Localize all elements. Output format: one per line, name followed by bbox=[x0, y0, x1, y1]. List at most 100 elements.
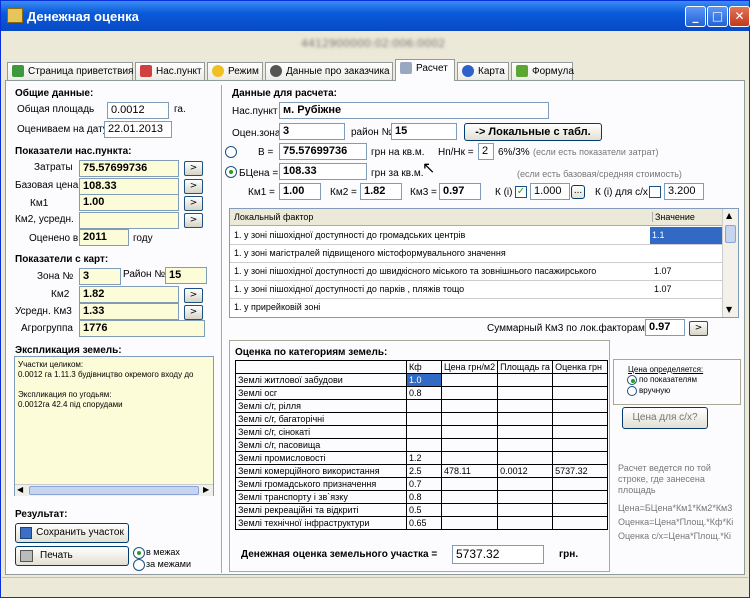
price-for-agriculture-button[interactable]: Цена для с/х? bbox=[622, 407, 708, 429]
category-value-cell[interactable] bbox=[552, 373, 609, 387]
area-field[interactable]: 0.0012 bbox=[107, 102, 169, 119]
zone-field-right[interactable]: 3 bbox=[279, 123, 345, 140]
category-row[interactable]: Землі житлової забудови 1.0 bbox=[235, 373, 609, 387]
nn-field[interactable]: 2 bbox=[478, 143, 494, 160]
factor-row[interactable]: 1. у зоні пішохідної доступності до гром… bbox=[230, 227, 722, 245]
category-price-cell[interactable] bbox=[440, 425, 499, 439]
category-row[interactable]: Землі транспорту і зв`язку 0.8 bbox=[235, 490, 609, 504]
tab-map[interactable]: Карта bbox=[457, 62, 509, 80]
category-value-cell[interactable] bbox=[552, 438, 609, 452]
ki-ag-field[interactable]: 3.200 bbox=[664, 183, 704, 200]
category-price-cell[interactable] bbox=[440, 516, 499, 530]
tab-calculation[interactable]: Расчет bbox=[395, 59, 455, 81]
b-field[interactable]: 75.57699736 bbox=[279, 143, 367, 160]
memo-scrollbar[interactable]: ◀ ▶ bbox=[15, 484, 213, 496]
outside-radio[interactable] bbox=[133, 559, 145, 571]
category-area-cell[interactable] bbox=[497, 451, 554, 465]
ki-ag-checkbox[interactable] bbox=[649, 186, 661, 198]
category-value-cell[interactable] bbox=[552, 490, 609, 504]
agrogroup-field[interactable]: 1776 bbox=[79, 320, 205, 337]
print-button[interactable]: Печать bbox=[15, 546, 129, 566]
category-area-cell[interactable] bbox=[497, 516, 554, 530]
category-row[interactable]: Землі осг 0.8 bbox=[235, 386, 609, 400]
category-price-cell[interactable] bbox=[440, 451, 499, 465]
category-kf-cell[interactable]: 0.7 bbox=[406, 477, 442, 491]
km3-field-right[interactable]: 0.97 bbox=[439, 183, 481, 200]
close-button[interactable]: ✕ bbox=[729, 6, 750, 27]
category-area-cell[interactable] bbox=[497, 425, 554, 439]
category-price-cell[interactable] bbox=[440, 373, 499, 387]
category-value-cell[interactable] bbox=[552, 451, 609, 465]
category-kf-cell[interactable]: 1.2 bbox=[406, 451, 442, 465]
category-area-cell[interactable]: 0.0012 bbox=[497, 464, 554, 478]
category-price-cell[interactable] bbox=[440, 386, 499, 400]
category-kf-cell[interactable] bbox=[406, 438, 442, 452]
category-area-cell[interactable] bbox=[497, 503, 554, 517]
factor-value[interactable]: 1.1 bbox=[650, 227, 722, 244]
category-value-cell[interactable] bbox=[552, 386, 609, 400]
total-valuation-field[interactable]: 5737.32 bbox=[452, 545, 544, 564]
total-km3-arrow-button[interactable]: > bbox=[689, 321, 708, 336]
category-price-cell[interactable] bbox=[440, 477, 499, 491]
tab-customer[interactable]: Данные про заказчика bbox=[265, 62, 393, 80]
category-price-cell[interactable] bbox=[440, 490, 499, 504]
km2-field-right[interactable]: 1.82 bbox=[360, 183, 402, 200]
category-area-cell[interactable] bbox=[497, 386, 554, 400]
date-field[interactable]: 22.01.2013 bbox=[104, 121, 172, 138]
local-from-table-button[interactable]: -> Локальные с табл. bbox=[464, 123, 602, 141]
category-area-cell[interactable] bbox=[497, 373, 554, 387]
category-row[interactable]: Землі комерційного використання 2.5 478.11… bbox=[235, 464, 609, 478]
base-price-radio[interactable] bbox=[225, 166, 237, 178]
factors-scrollbar[interactable]: ▲ ▼ bbox=[722, 209, 738, 317]
bprice-field[interactable]: 108.33 bbox=[279, 163, 367, 180]
category-row[interactable]: Землі с/г, рілля bbox=[235, 399, 609, 413]
category-kf-cell[interactable]: 0.8 bbox=[406, 490, 442, 504]
scroll-right-icon[interactable]: ▶ bbox=[203, 485, 209, 494]
km2-field[interactable]: 1.82 bbox=[79, 286, 179, 303]
category-value-cell[interactable] bbox=[552, 477, 609, 491]
explication-memo[interactable]: Участки целиком: 0.0012 га 1.11.3 будівн… bbox=[14, 356, 214, 496]
scroll-up-icon[interactable]: ▲ bbox=[726, 211, 732, 220]
title-bar[interactable]: Денежная оценка _ □ ✕ bbox=[1, 1, 750, 31]
category-value-cell[interactable] bbox=[552, 516, 609, 530]
manual-radio[interactable] bbox=[627, 386, 637, 396]
category-row[interactable]: Землі технічної інфраструктури 0.65 bbox=[235, 516, 609, 530]
district-field-right[interactable]: 15 bbox=[391, 123, 457, 140]
category-kf-cell[interactable]: 0.8 bbox=[406, 386, 442, 400]
factor-row[interactable]: 1. у прирейковій зоні bbox=[230, 299, 722, 317]
category-price-cell[interactable] bbox=[440, 503, 499, 517]
ki-dialog-button[interactable]: ... bbox=[571, 185, 585, 199]
category-area-cell[interactable] bbox=[497, 412, 554, 426]
category-price-cell[interactable]: 478.11 bbox=[440, 464, 499, 478]
district-field[interactable]: 15 bbox=[165, 267, 207, 284]
tab-settlement[interactable]: Нас.пункт bbox=[135, 62, 205, 80]
save-parcel-button[interactable]: Сохранить участок bbox=[15, 523, 129, 543]
km3-avg-arrow-button[interactable]: > bbox=[184, 305, 203, 320]
factor-value[interactable]: 1.07 bbox=[652, 284, 722, 294]
tab-mode[interactable]: Режим bbox=[207, 62, 263, 80]
category-kf-cell[interactable]: 0.65 bbox=[406, 516, 442, 530]
factor-row[interactable]: 1. у зоні пішохідної доступності до парк… bbox=[230, 281, 722, 299]
maximize-button[interactable]: □ bbox=[707, 6, 728, 27]
zone-field[interactable]: 3 bbox=[79, 268, 121, 285]
base-price-field[interactable]: 108.33 bbox=[79, 178, 179, 195]
category-kf-cell[interactable]: 1.0 bbox=[406, 373, 442, 387]
category-area-cell[interactable] bbox=[497, 477, 554, 491]
category-value-cell[interactable] bbox=[552, 425, 609, 439]
category-price-cell[interactable] bbox=[440, 438, 499, 452]
tab-welcome[interactable]: Страница приветствия bbox=[7, 62, 133, 80]
category-row[interactable]: Землі с/г, сінокаті bbox=[235, 425, 609, 439]
category-area-cell[interactable] bbox=[497, 399, 554, 413]
b-radio[interactable] bbox=[225, 146, 237, 158]
category-row[interactable]: Землі громадського призначення 0.7 bbox=[235, 477, 609, 491]
factors-scroll-thumb[interactable] bbox=[725, 225, 736, 243]
category-value-cell[interactable] bbox=[552, 503, 609, 517]
km1-arrow-button[interactable]: > bbox=[184, 196, 203, 211]
factor-row[interactable]: 1. у зоні магістралей підвищеного містоф… bbox=[230, 245, 722, 263]
km2-arrow-button[interactable]: > bbox=[184, 288, 203, 303]
factor-value[interactable]: 1.07 bbox=[652, 266, 722, 276]
category-row[interactable]: Землі с/г, пасовища bbox=[235, 438, 609, 452]
category-price-cell[interactable] bbox=[440, 399, 499, 413]
within-radio[interactable] bbox=[133, 547, 145, 559]
total-km3-field[interactable]: 0.97 bbox=[645, 319, 685, 336]
